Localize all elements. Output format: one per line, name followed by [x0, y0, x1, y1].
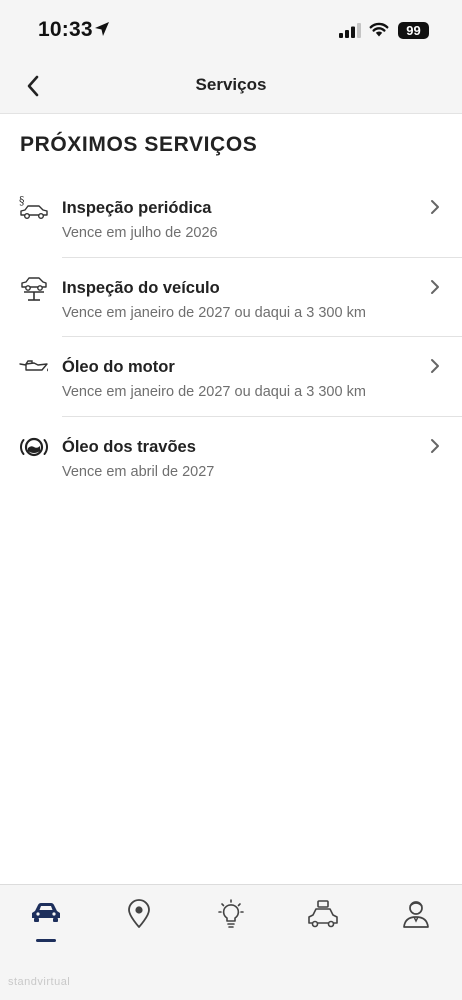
service-due-date: Vence em janeiro de 2027 ou daqui a 3 30…	[62, 384, 366, 400]
service-title: Inspeção periódica	[62, 199, 212, 217]
section-heading: PRÓXIMOS SERVIÇOS	[20, 133, 258, 156]
chevron-right-icon	[431, 438, 439, 453]
svg-text:§: §	[19, 194, 25, 207]
periodic-inspection-icon: §	[19, 194, 48, 220]
service-item-vehicle-inspection[interactable]: Inspeção do veículo Vence em janeiro de …	[0, 258, 462, 337]
page-title: Serviços	[195, 75, 267, 94]
location-pin-icon	[128, 899, 150, 928]
lightbulb-icon	[218, 899, 244, 928]
wifi-icon	[369, 22, 389, 37]
tab-profile[interactable]	[388, 899, 444, 951]
navigation-bar: Serviços	[0, 58, 462, 114]
tab-tips[interactable]	[203, 899, 259, 951]
watermark: standvirtual	[8, 976, 71, 988]
cellular-signal-icon	[339, 23, 361, 38]
service-item-brake-oil[interactable]: Óleo dos travões Vence em abril de 2027	[0, 417, 462, 497]
brake-fluid-icon	[19, 437, 49, 456]
profile-icon	[403, 901, 429, 928]
car-icon	[32, 903, 60, 922]
chevron-right-icon	[431, 200, 439, 214]
tab-car-services[interactable]	[295, 899, 351, 951]
car-services-icon	[308, 900, 338, 928]
battery-indicator: 99	[398, 22, 429, 39]
chevron-right-icon	[431, 359, 439, 373]
chevron-right-icon	[431, 279, 439, 294]
service-due-date: Vence em janeiro de 2027 ou daqui a 3 30…	[62, 304, 366, 321]
status-time: 10:33	[38, 18, 93, 41]
tab-location[interactable]	[111, 899, 167, 951]
oil-can-icon	[19, 360, 48, 372]
active-tab-indicator	[36, 939, 56, 942]
service-due-date: Vence em julho de 2026	[62, 225, 218, 241]
service-item-engine-oil[interactable]: Óleo do motor Vence em janeiro de 2027 o…	[0, 337, 462, 417]
car-lift-icon	[21, 276, 47, 301]
status-bar: 10:33 99	[0, 0, 462, 58]
service-title: Óleo do motor	[62, 358, 175, 376]
service-item-periodic-inspection[interactable]: § Inspeção periódica Vence em julho de 2…	[0, 178, 462, 258]
location-arrow-icon	[95, 22, 109, 36]
service-title: Óleo dos travões	[62, 437, 196, 456]
service-list: § Inspeção periódica Vence em julho de 2…	[0, 178, 462, 496]
service-title: Inspeção do veículo	[62, 278, 220, 297]
service-due-date: Vence em abril de 2027	[62, 463, 215, 480]
tab-vehicle[interactable]	[18, 899, 74, 951]
